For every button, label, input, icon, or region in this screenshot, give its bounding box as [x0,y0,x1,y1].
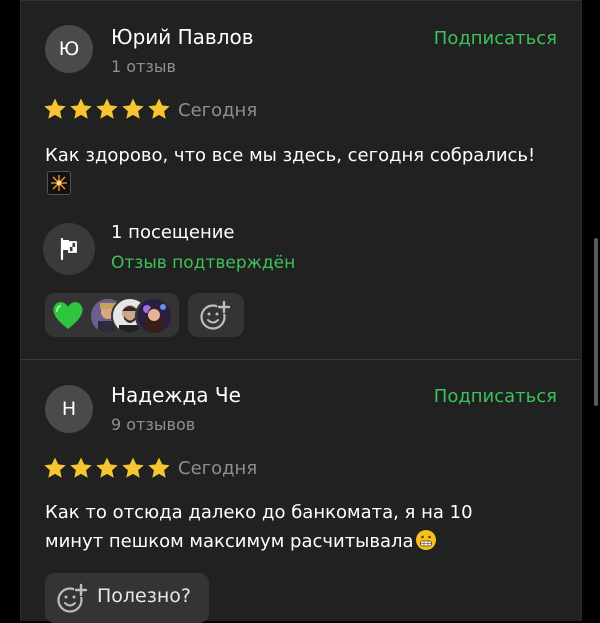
firework-emoji-icon [47,171,71,195]
rating-stars [43,97,171,121]
review-card: Ю Юрий Павлов 1 отзыв Подписаться Сегодн… [20,0,582,361]
review-count: 9 отзывов [111,415,196,434]
review-date: Сегодня [178,100,258,121]
star-icon [122,457,144,478]
add-reaction-icon [57,583,88,613]
verified-badge: Отзыв подтверждён [111,253,296,273]
useful-label: Полезно? [97,585,191,607]
grimacing-face-emoji-icon [415,530,436,550]
star-icon [96,457,118,478]
rating-stars [43,456,171,480]
review-text: Как здорово, что все мы здесь, сегодня с… [45,145,536,166]
review-text-container: Как здорово, что все мы здесь, сегодня с… [45,141,545,199]
flag-icon [43,223,95,275]
avatar-initial: Ю [58,38,80,60]
star-icon [148,98,170,119]
review-card: Н Надежда Че 9 отзывов Подписаться Сегод… [20,361,582,623]
review-text-container: Как то отсюда далеко до банкомата, я на … [45,498,515,556]
green-heart-icon [53,302,83,329]
add-reaction-button[interactable] [188,293,244,337]
review-date: Сегодня [178,458,258,479]
reviewer-name[interactable]: Надежда Че [111,383,241,407]
star-icon [44,457,66,478]
star-icon [148,457,170,478]
star-icon [70,457,92,478]
reactor-avatar [135,297,173,335]
add-reaction-icon [200,300,231,330]
visits-count: 1 посещение [111,222,235,243]
star-icon [96,98,118,119]
avatar[interactable]: Н [45,385,93,433]
review-count: 1 отзыв [111,57,176,76]
avatar[interactable]: Ю [45,25,93,73]
review-text: Как то отсюда далеко до банкомата, я на … [45,502,473,552]
useful-button[interactable]: Полезно? [45,573,209,623]
reviewer-name[interactable]: Юрий Павлов [111,25,254,49]
subscribe-button[interactable]: Подписаться [434,386,557,407]
scrollbar[interactable] [594,238,598,406]
star-icon [44,98,66,119]
star-icon [70,98,92,119]
subscribe-button[interactable]: Подписаться [434,28,557,49]
reactions-button[interactable] [45,293,179,337]
star-icon [122,98,144,119]
avatar-initial: Н [61,398,77,420]
divider [20,359,580,360]
